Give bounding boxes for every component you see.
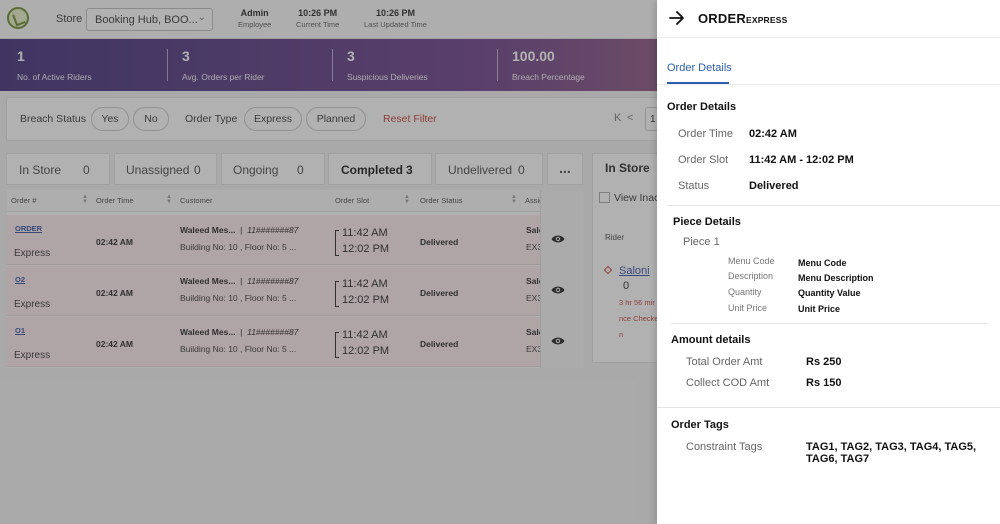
quantity-value: Quantity Value <box>798 288 861 298</box>
piece-details-heading: Piece Details <box>673 216 741 228</box>
section-divider <box>657 407 1000 408</box>
order-tags-heading: Order Tags <box>671 419 729 431</box>
order-time-label: Order Time <box>678 128 734 140</box>
tab-divider <box>657 84 1000 85</box>
order-details-heading: Order Details <box>667 101 737 113</box>
modal-backdrop[interactable] <box>0 0 657 524</box>
drawer-title-main: ORDER <box>698 11 746 26</box>
constraint-tags-line2: TAG6, TAG7 <box>806 453 870 465</box>
menu-code-value: Menu Code <box>798 258 847 268</box>
drawer-title: ORDEREXPRESS <box>698 11 788 26</box>
quantity-label: Quantity <box>728 287 762 297</box>
menu-code-label: Menu Code <box>728 256 775 266</box>
section-divider <box>667 205 1000 206</box>
status-value: Delivered <box>749 180 799 192</box>
amount-details-heading: Amount details <box>671 334 751 346</box>
tab-order-details[interactable]: Order Details <box>667 62 732 74</box>
arrow-right-icon[interactable] <box>669 11 685 25</box>
cod-amount-label: Collect COD Amt <box>686 377 770 389</box>
order-slot-label: Order Slot <box>678 154 729 166</box>
total-amount-label: Total Order Amt <box>686 356 763 368</box>
piece-label: Piece 1 <box>683 236 720 248</box>
description-value: Menu Description <box>798 273 874 283</box>
order-details-drawer: ORDEREXPRESS Order Details Order Details… <box>657 0 1000 524</box>
cod-amount-value: Rs 150 <box>806 377 842 389</box>
section-divider <box>671 323 988 324</box>
drawer-title-sub: EXPRESS <box>745 15 788 25</box>
unit-price-value: Unit Price <box>798 304 841 314</box>
drawer-header: ORDEREXPRESS <box>657 0 1000 38</box>
description-label: Description <box>728 271 774 281</box>
constraint-tags-label: Constraint Tags <box>686 441 763 453</box>
unit-price-label: Unit Price <box>728 303 768 313</box>
order-time-value: 02:42 AM <box>749 128 797 140</box>
order-slot-value: 11:42 AM - 12:02 PM <box>749 154 854 166</box>
total-amount-value: Rs 250 <box>806 356 842 368</box>
constraint-tags-line1: TAG1, TAG2, TAG3, TAG4, TAG5, <box>806 441 977 453</box>
status-label: Status <box>678 180 710 192</box>
